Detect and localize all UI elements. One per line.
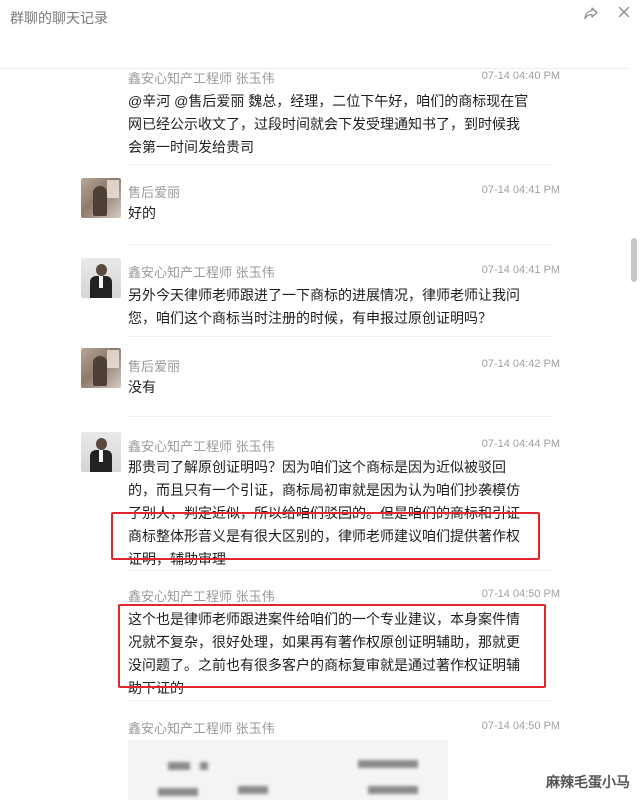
sender-name: 鑫安心知产工程师 张玉伟 [128,265,275,280]
message-divider [128,570,552,571]
message-text: @辛河 @售后爱丽 魏总，经理，二位下午好，咱们的商标现在官 网已经公示收文了，… [128,93,529,155]
message-divider [128,244,552,245]
message-time: 07-14 04:44 PM [481,438,560,450]
message-divider [128,416,552,417]
header-divider [0,68,628,69]
message-time: 07-14 04:42 PM [481,358,560,370]
message-time: 07-14 04:50 PM [481,588,560,600]
sender-name: 鑫安心知产工程师 张玉伟 [128,71,275,86]
highlight-box [118,604,546,688]
message-text: 另外今天律师老师跟进了一下商标的进展情况，律师老师让我问 您，咱们这个商标当时注… [128,287,520,326]
sender-name: 售后爱丽 [128,185,181,200]
sender-name: 鑫安心知产工程师 张玉伟 [128,589,275,604]
avatar[interactable] [81,432,121,472]
message-time: 07-14 04:41 PM [481,264,560,276]
highlight-box [111,512,540,560]
blurred-image[interactable] [128,740,448,800]
message-text: 好的 [128,205,156,221]
message-time: 07-14 04:40 PM [481,70,560,82]
sender-name: 鑫安心知产工程师 张玉伟 [128,721,275,736]
message-text: 没有 [128,379,156,395]
avatar[interactable] [81,178,121,218]
message-divider [128,700,552,701]
avatar[interactable] [81,258,121,298]
sender-name: 售后爱丽 [128,359,181,374]
message-time: 07-14 04:50 PM [481,720,560,732]
sender-name: 鑫安心知产工程师 张玉伟 [128,439,275,454]
share-icon[interactable] [583,5,599,21]
message-divider [128,336,552,337]
scrollbar-thumb[interactable] [631,238,637,282]
window-title: 群聊的聊天记录 [10,10,108,26]
watermark: 麻辣毛蛋小马 [546,774,630,790]
message-divider [128,164,552,165]
close-icon[interactable] [617,5,631,19]
avatar[interactable] [81,348,121,388]
message-time: 07-14 04:41 PM [481,184,560,196]
